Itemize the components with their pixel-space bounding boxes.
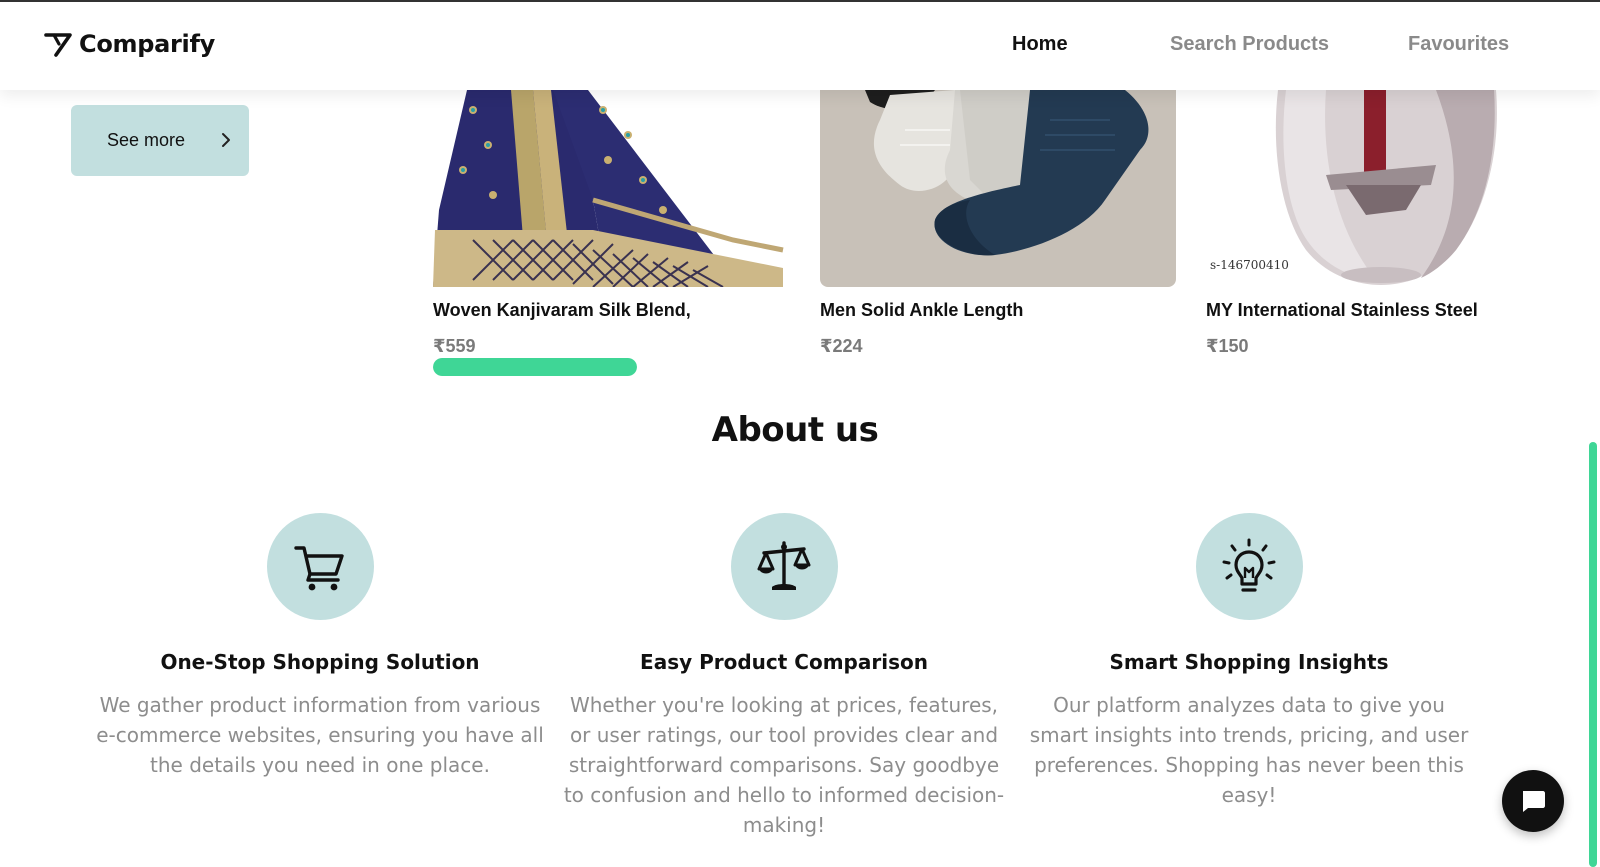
chat-bubble-icon	[1523, 791, 1545, 812]
product-title[interactable]: MY International Stainless Steel	[1206, 300, 1478, 321]
socks-image	[820, 90, 1176, 287]
chat-button[interactable]	[1502, 770, 1564, 832]
product-price: ₹559	[433, 336, 476, 356]
comparify-logo-icon	[44, 33, 72, 57]
lightbulb-icon	[1222, 538, 1276, 592]
chevron-right-icon	[222, 133, 230, 147]
saree-image	[433, 90, 789, 287]
product-price: ₹150	[1206, 336, 1249, 356]
balance-scale-icon	[757, 540, 811, 590]
feature-text: Our platform analyzes data to give you s…	[1029, 693, 1469, 807]
see-more-button[interactable]: See more	[71, 105, 249, 176]
feature-text: Whether you're looking at prices, featur…	[563, 693, 1005, 837]
feature-insights: Smart Shopping Insights Our platform ana…	[1019, 513, 1479, 810]
product-price: ₹224	[820, 336, 863, 356]
product-card[interactable]: Men Solid Ankle Length ₹224	[820, 90, 1176, 356]
image-caption: s-146700410	[1210, 258, 1289, 272]
window-top-border	[0, 0, 1600, 2]
nav-search-products[interactable]: Search Products	[1170, 33, 1329, 56]
nav-home[interactable]: Home	[1012, 33, 1068, 56]
feature-icon-circle	[730, 513, 838, 620]
product-title[interactable]: Woven Kanjivaram Silk Blend,	[433, 300, 691, 321]
feature-one-stop: One-Stop Shopping Solution We gather pro…	[90, 513, 550, 780]
product-title[interactable]: Men Solid Ankle Length	[820, 300, 1023, 321]
chopper-image: s-146700410	[1206, 90, 1562, 287]
page-scrollbar[interactable]	[1589, 442, 1597, 867]
shopping-cart-icon	[294, 545, 344, 590]
see-more-label: See more	[107, 130, 186, 150]
top-navbar: Comparify Home Search Products Favourite…	[0, 2, 1600, 90]
feature-text: We gather product information from vario…	[96, 693, 544, 777]
product-card[interactable]: Woven Kanjivaram Silk Blend, ₹559	[433, 90, 789, 356]
carousel-progress-fill	[433, 358, 637, 376]
feature-comparison: Easy Product Comparison Whether you're l…	[554, 513, 1014, 840]
feature-icon-circle	[266, 513, 374, 620]
brand-name: Comparify	[79, 30, 215, 58]
feature-title: Smart Shopping Insights	[1109, 650, 1389, 674]
feature-title: One-Stop Shopping Solution	[160, 650, 480, 674]
brand[interactable]: Comparify	[44, 30, 215, 58]
about-heading: About us	[711, 410, 879, 450]
nav-favourites[interactable]: Favourites	[1408, 33, 1509, 56]
carousel-progress-bar[interactable]	[433, 358, 637, 376]
product-card[interactable]: s-146700410 MY International Stainless S…	[1206, 90, 1562, 356]
feature-icon-circle	[1195, 513, 1303, 620]
feature-title: Easy Product Comparison	[640, 650, 928, 674]
